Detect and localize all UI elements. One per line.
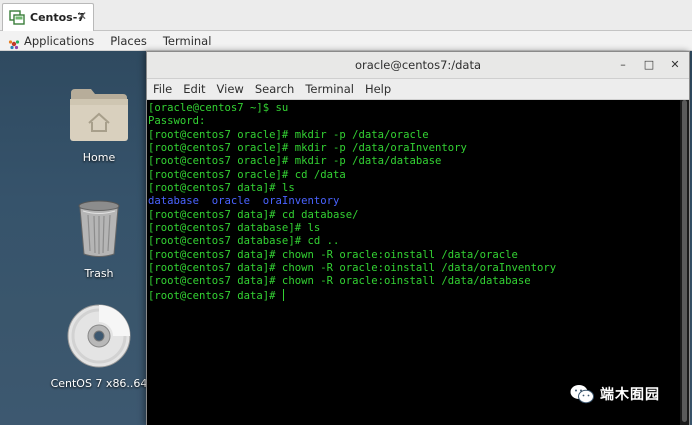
terminal-line: [root@centos7 database]# cd ..	[148, 235, 340, 248]
menu-view[interactable]: View	[217, 82, 244, 96]
terminal-scrollbar[interactable]	[680, 100, 689, 425]
terminal-line: [root@centos7 data]# cd database/	[148, 208, 359, 221]
gnome-top-panel: Applications Places Terminal	[0, 31, 692, 51]
close-icon[interactable]: ✕	[665, 57, 685, 73]
scrollbar-thumb[interactable]	[682, 100, 687, 422]
terminal-line: [root@centos7 data]# chown -R oracle:oin…	[148, 275, 531, 288]
desktop-label-disc: CentOS 7 x86..64	[50, 377, 148, 390]
menu-file[interactable]: File	[153, 82, 172, 96]
terminal-output[interactable]: [oracle@centos7 ~]$ su Password: [root@c…	[147, 100, 681, 425]
places-menu[interactable]: Places	[110, 34, 147, 48]
terminal-line: Password:	[148, 115, 206, 128]
optical-disc-icon	[66, 304, 132, 373]
terminal-title: oracle@centos7:/data	[354, 58, 482, 72]
terminal-menubar: File Edit View Search Terminal Help	[147, 79, 689, 100]
desktop-icon-home[interactable]: Home	[39, 83, 159, 164]
terminal-line: [root@centos7 oracle]# mkdir -p /data/da…	[148, 155, 442, 168]
text-cursor	[282, 288, 284, 301]
terminal-line: [root@centos7 oracle]# mkdir -p /data/or…	[148, 142, 467, 155]
menu-help[interactable]: Help	[365, 82, 391, 96]
watermark-text: 端木囿园	[600, 387, 660, 403]
trash-icon	[74, 200, 124, 263]
terminal-line: [root@centos7 oracle]# cd /data	[148, 168, 346, 181]
close-icon[interactable]: ✕	[77, 9, 87, 23]
terminal-line: [root@centos7 data]# chown -R oracle:oin…	[148, 262, 557, 275]
maximize-icon[interactable]: □	[639, 57, 659, 73]
terminal-line: [root@centos7 data]# ls	[148, 182, 295, 195]
window-controls: – □ ✕	[607, 57, 685, 73]
applications-icon	[8, 35, 20, 49]
virtual-machine-icon	[9, 9, 25, 26]
terminal-window[interactable]: oracle@centos7:/data – □ ✕ File Edit Vie…	[146, 51, 690, 425]
desktop-icon-disc[interactable]: CentOS 7 x86..64	[39, 303, 159, 390]
terminal-line: [root@centos7 database]# ls	[148, 222, 321, 235]
vm-tab-bar: Centos-7 ✕	[0, 0, 692, 31]
terminal-ls-output: database oracle oraInventory	[148, 195, 340, 208]
menu-terminal[interactable]: Terminal	[305, 82, 354, 96]
minimize-icon[interactable]: –	[613, 57, 633, 73]
home-folder-icon	[67, 89, 131, 147]
terminal-app-menu[interactable]: Terminal	[163, 34, 212, 48]
menu-edit[interactable]: Edit	[183, 82, 205, 96]
wechat-logo-icon	[570, 384, 594, 404]
desktop-label-home: Home	[82, 151, 116, 164]
terminal-prompt: [root@centos7 data]#	[148, 289, 282, 302]
terminal-line: [oracle@centos7 ~]$ su	[148, 102, 289, 114]
desktop-icon-trash[interactable]: Trash	[39, 199, 159, 280]
terminal-line: [root@centos7 oracle]# mkdir -p /data/or…	[148, 128, 429, 141]
vm-tab-centos-7[interactable]: Centos-7 ✕	[2, 3, 94, 31]
menu-search[interactable]: Search	[255, 82, 295, 96]
terminal-line: [root@centos7 data]# chown -R oracle:oin…	[148, 248, 518, 261]
applications-menu[interactable]: Applications	[24, 34, 94, 48]
desktop-label-trash: Trash	[84, 267, 114, 280]
terminal-prompt-line[interactable]: [root@centos7 data]#	[148, 288, 681, 302]
terminal-titlebar[interactable]: oracle@centos7:/data – □ ✕	[147, 52, 689, 79]
watermark: 端木囿园	[570, 384, 660, 404]
